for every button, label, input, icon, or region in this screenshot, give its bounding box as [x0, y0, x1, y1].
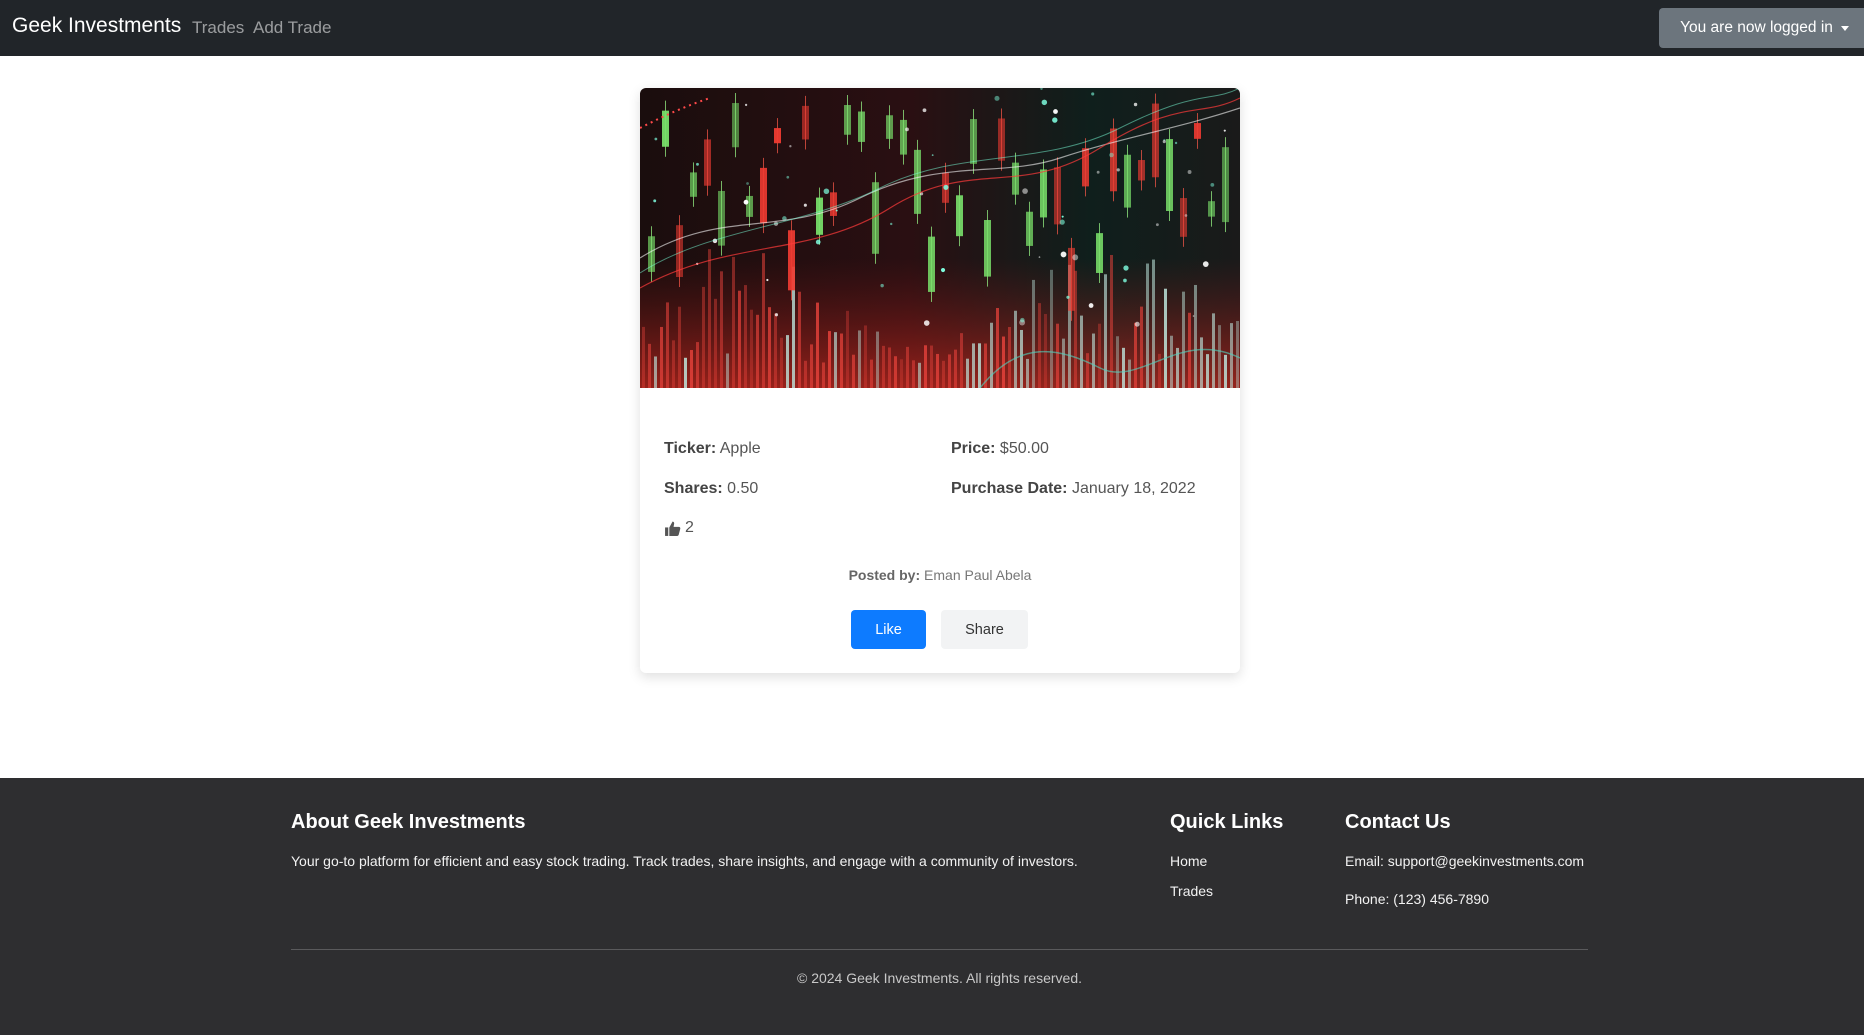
shares-label: Shares:	[664, 480, 723, 497]
brand-link[interactable]: Geek Investments	[12, 14, 181, 38]
price-value: $50.00	[999, 440, 1049, 457]
purchase-date-field: Purchase Date: January 18, 2022	[951, 480, 1196, 498]
footer-link-trades[interactable]: Trades	[1170, 883, 1213, 899]
like-count-value: 2	[685, 519, 694, 536]
shares-field: Shares: 0.50	[664, 480, 758, 498]
nav-link-add-trade[interactable]: Add Trade	[253, 18, 331, 38]
footer-link-home[interactable]: Home	[1170, 853, 1207, 869]
ticker-label: Ticker:	[664, 440, 717, 457]
share-button[interactable]: Share	[941, 610, 1028, 649]
ticker-field: Ticker: Apple	[664, 440, 761, 458]
footer-contact-title: Contact Us	[1345, 811, 1451, 833]
footer-divider	[291, 949, 1588, 950]
nav-link-trades[interactable]: Trades	[192, 18, 244, 38]
like-count: 2	[664, 519, 694, 537]
thumbs-up-icon	[665, 521, 681, 536]
top-navbar: Geek Investments Trades Add Trade You ar…	[0, 0, 1864, 56]
like-button[interactable]: Like	[851, 610, 926, 649]
purchase-date-value: January 18, 2022	[1071, 480, 1196, 497]
posted-by-label: Posted by:	[848, 567, 921, 583]
posted-by-name: Eman Paul Abela	[924, 567, 1032, 583]
shares-value: 0.50	[727, 480, 759, 497]
footer-copyright: © 2024 Geek Investments. All rights rese…	[796, 970, 1082, 986]
user-menu-label: You are now logged in	[1680, 19, 1833, 36]
footer-quick-links-title: Quick Links	[1170, 811, 1284, 833]
user-menu-dropdown[interactable]: You are now logged in	[1659, 8, 1864, 48]
price-field: Price: $50.00	[951, 440, 1049, 458]
footer-contact-email: Email: support@geekinvestments.com	[1345, 853, 1585, 869]
footer-about-title: About Geek Investments	[291, 811, 526, 833]
stock-chart-image	[640, 88, 1240, 388]
ticker-value: Apple	[719, 440, 761, 457]
trade-card: Ticker: Apple Price: $50.00 Shares: 0.50…	[640, 88, 1240, 673]
footer-about-text: Your go-to platform for efficient and ea…	[291, 853, 1078, 869]
caret-down-icon	[1840, 25, 1849, 31]
price-label: Price:	[951, 440, 996, 457]
posted-by: Posted by: Eman Paul Abela	[640, 567, 1240, 583]
footer-contact-phone: Phone: (123) 456-7890	[1345, 891, 1489, 907]
purchase-date-label: Purchase Date:	[951, 480, 1068, 497]
site-footer: About Geek Investments Your go-to platfo…	[0, 778, 1864, 1035]
